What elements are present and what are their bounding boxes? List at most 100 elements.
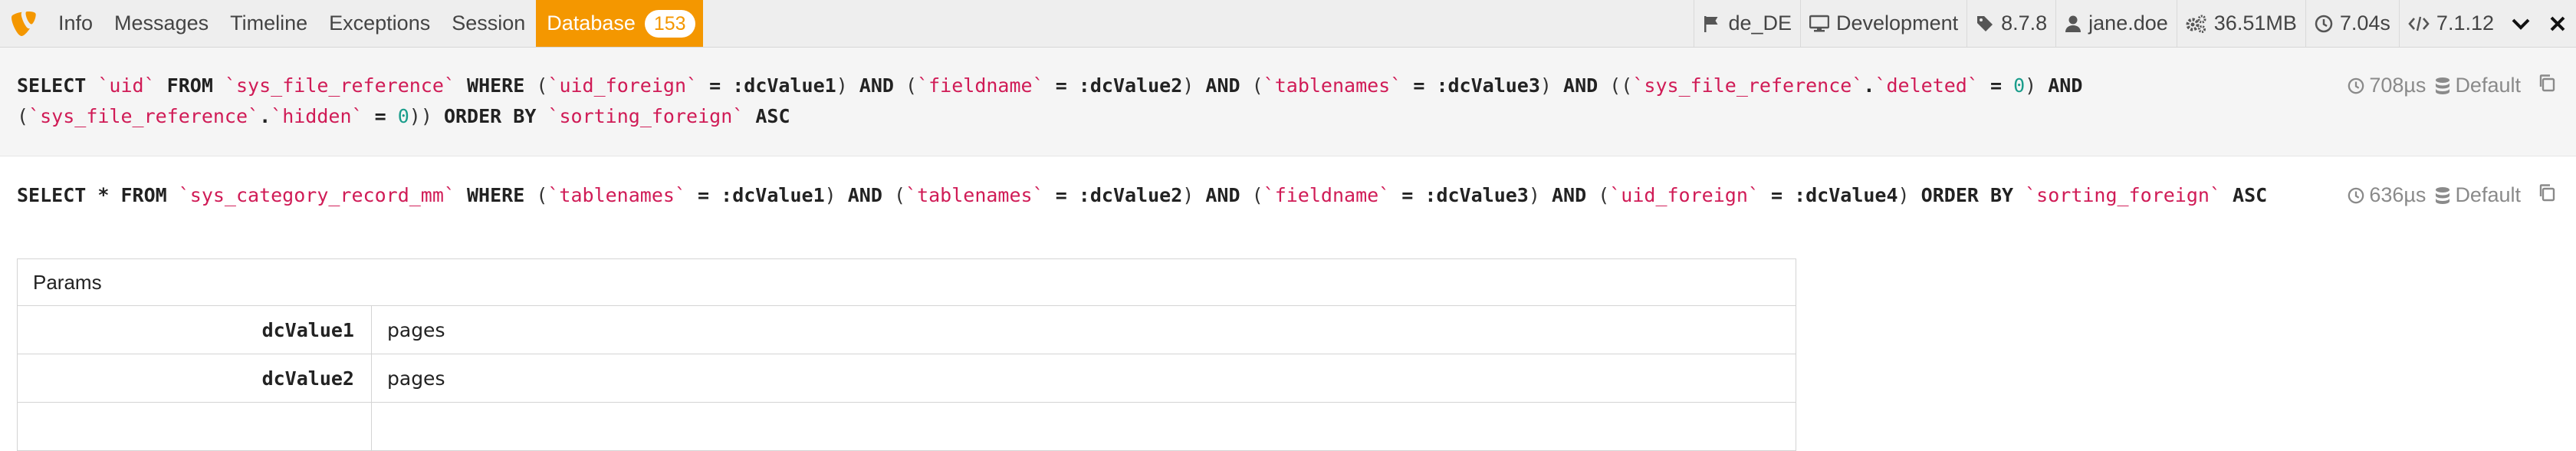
sql-identifier: `sys_category_record_mm` — [178, 184, 455, 206]
tag-icon — [1977, 15, 1993, 31]
clock-icon — [2315, 15, 2333, 32]
copy-icon — [2539, 74, 2555, 92]
sql-statement: SELECT `uid` FROM `sys_file_reference` W… — [17, 71, 2309, 132]
sql-keyword: ASC — [2221, 184, 2268, 206]
sql-punctuation: ) — [1182, 184, 1194, 206]
gears-icon — [2186, 15, 2206, 33]
context-indicator[interactable]: Development — [1800, 0, 1967, 47]
sql-number: 0 — [397, 105, 409, 127]
sql-keyword: AND — [1194, 74, 1252, 97]
clock-icon — [2348, 187, 2364, 203]
tab-messages[interactable]: Messages — [104, 0, 219, 47]
sql-identifier: `fieldname` — [917, 74, 1044, 97]
sql-identifier: `uid_foreign` — [547, 74, 698, 97]
sql-punctuation: ( — [1251, 184, 1263, 206]
sql-keyword: = — [1978, 74, 2014, 97]
locale-indicator[interactable]: de_DE — [1694, 0, 1800, 47]
sql-keyword: ASC — [744, 105, 790, 127]
sql-keyword: WHERE — [455, 184, 537, 206]
sql-identifier: `hidden` — [271, 105, 363, 127]
sql-punctuation: ( — [1598, 184, 1610, 206]
sql-punctuation: ( — [905, 74, 918, 97]
time-indicator[interactable]: 7.04s — [2305, 0, 2399, 47]
copy-query-button[interactable] — [2538, 74, 2561, 97]
tab-database[interactable]: Database 153 — [536, 0, 703, 47]
context-text: Development — [1836, 12, 1959, 35]
tab-timeline[interactable]: Timeline — [219, 0, 318, 47]
sql-keyword: = :dcValue2 — [1043, 184, 1183, 206]
version-indicator[interactable]: 8.7.8 — [1967, 0, 2055, 47]
sql-keyword: . — [1863, 74, 1875, 97]
user-text: jane.doe — [2088, 12, 2168, 35]
copy-icon — [2539, 184, 2555, 202]
sql-identifier: `uid_foreign` — [1609, 184, 1760, 206]
param-value: pages — [371, 354, 1796, 403]
tab-session[interactable]: Session — [441, 0, 536, 47]
php-indicator[interactable]: 7.1.12 — [2398, 0, 2502, 47]
version-text: 8.7.8 — [2001, 12, 2048, 35]
sql-punctuation: ) — [1898, 184, 1910, 206]
sql-keyword: = :dcValue1 — [698, 74, 836, 97]
param-value: pages — [371, 305, 1796, 354]
typo3-logo-icon[interactable] — [0, 0, 48, 48]
sql-keyword: ORDER BY — [1909, 184, 2026, 206]
sql-punctuation: ) — [836, 74, 848, 97]
memory-indicator[interactable]: 36.51MB — [2176, 0, 2305, 47]
user-icon — [2065, 15, 2082, 32]
query-duration: 636µs — [2369, 183, 2426, 206]
sql-punctuation: (( — [1609, 74, 1633, 97]
query-duration: 708µs — [2369, 74, 2426, 97]
sql-punctuation: ) — [1539, 74, 1552, 97]
query-meta: 636µs Default — [2348, 183, 2561, 207]
collapse-button[interactable] — [2502, 0, 2539, 47]
sql-identifier: `deleted` — [1875, 74, 1979, 97]
sql-identifier: `tablenames` — [1263, 74, 1402, 97]
sql-keyword: AND — [1194, 184, 1252, 206]
sql-keyword: SELECT — [17, 74, 98, 97]
time-text: 7.04s — [2339, 12, 2390, 35]
sql-punctuation: ) — [824, 184, 836, 206]
copy-query-button[interactable] — [2538, 183, 2561, 207]
tab-database-label: Database — [547, 12, 636, 35]
table-row: dcValue1 pages — [17, 305, 1796, 354]
database-icon — [2436, 186, 2450, 204]
sql-punctuation: ( — [1251, 74, 1263, 97]
param-value — [371, 402, 1796, 451]
sql-identifier: `sorting_foreign` — [2025, 184, 2221, 206]
sql-identifier: `sys_file_reference` — [28, 105, 260, 127]
tab-info[interactable]: Info — [48, 0, 104, 47]
debug-toolbar: Info Messages Timeline Exceptions Sessio… — [0, 0, 2576, 48]
sql-punctuation: ( — [536, 184, 548, 206]
sql-identifier: `tablenames` — [547, 184, 686, 206]
sql-keyword: AND — [1551, 74, 1610, 97]
query-meta: 708µs Default — [2348, 74, 2561, 97]
sql-identifier: `tablenames` — [905, 184, 1044, 206]
param-key: dcValue1 — [17, 305, 372, 354]
user-indicator[interactable]: jane.doe — [2055, 0, 2177, 47]
query-connection: Default — [2455, 74, 2521, 97]
sql-keyword: = — [363, 105, 398, 127]
sql-keyword: = :dcValue3 — [1390, 184, 1529, 206]
query-row: SELECT * FROM `sys_category_record_mm` W… — [0, 157, 2576, 451]
sql-punctuation: )) — [409, 105, 432, 127]
params-header: Params — [17, 258, 1796, 306]
sql-keyword: ORDER BY — [432, 105, 548, 127]
sql-number: 0 — [2013, 74, 2026, 97]
sql-keyword: . — [259, 105, 271, 127]
sql-punctuation: ) — [1182, 74, 1194, 97]
sql-identifier: `uid` — [97, 74, 156, 97]
sql-punctuation: ) — [1528, 184, 1540, 206]
sql-keyword: = :dcValue1 — [686, 184, 825, 206]
sql-identifier: `sorting_foreign` — [547, 105, 744, 127]
code-icon — [2408, 16, 2430, 31]
php-text: 7.1.12 — [2436, 12, 2494, 35]
query-connection: Default — [2455, 183, 2521, 206]
param-key: dcValue2 — [17, 354, 372, 403]
flag-icon — [1704, 15, 1718, 32]
tab-exceptions[interactable]: Exceptions — [318, 0, 441, 47]
sql-keyword: AND — [2036, 74, 2083, 97]
close-button[interactable] — [2539, 0, 2576, 47]
sql-punctuation: ( — [893, 184, 906, 206]
sql-punctuation: ( — [536, 74, 548, 97]
sql-punctuation: ) — [2025, 74, 2037, 97]
